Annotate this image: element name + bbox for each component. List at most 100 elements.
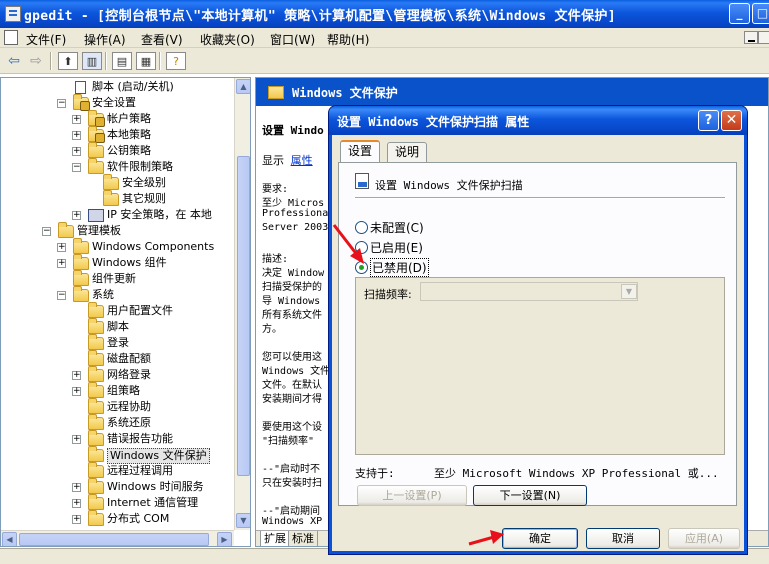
tab-settings[interactable]: 设置	[340, 140, 381, 162]
tree-item[interactable]: 登录	[1, 334, 233, 351]
tree-horizontal-scrollbar[interactable]: ◀ ▶	[1, 530, 234, 546]
tree-item-label: 安全级别	[122, 176, 166, 189]
tree-item[interactable]: + Windows 时间服务	[1, 478, 233, 495]
collapse-icon[interactable]: −	[57, 99, 66, 108]
cancel-button[interactable]: 取消	[586, 528, 660, 549]
collapse-icon[interactable]: −	[42, 227, 51, 236]
tree-item[interactable]: 磁盘配额	[1, 350, 233, 367]
tree-item[interactable]: 系统还原	[1, 414, 233, 431]
menu-help[interactable]: 帮助(H)	[327, 31, 369, 48]
expand-icon[interactable]: +	[72, 147, 81, 156]
console-tree[interactable]: 脚本 (启动/关机) − 安全设置 + 帐户策略 + 本地策略 + 公钥策略 − 软件限制策略 安全级…	[0, 77, 251, 547]
properties-link[interactable]: 属性	[291, 154, 313, 167]
tree-item[interactable]: Windows 文件保护	[1, 446, 233, 464]
tree-item[interactable]: + 网络登录	[1, 366, 233, 383]
maximize-button[interactable]: □	[752, 3, 769, 24]
menu-favorites[interactable]: 收藏夹(O)	[200, 31, 255, 48]
tree-item[interactable]: + Windows Components	[1, 238, 233, 255]
tree-item[interactable]: + 分布式 COM	[1, 510, 233, 527]
expand-icon[interactable]: +	[72, 371, 81, 380]
tab-extended[interactable]: 扩展	[260, 531, 290, 546]
scroll-thumb[interactable]	[19, 533, 209, 546]
back-arrow-icon[interactable]: ⇦	[4, 52, 24, 70]
expand-icon[interactable]: +	[72, 211, 81, 220]
export-list-icon[interactable]: ▤	[112, 52, 132, 70]
expand-icon[interactable]: +	[72, 131, 81, 140]
tree-item[interactable]: − 软件限制策略	[1, 158, 233, 175]
previous-setting-button[interactable]: 上一设置(P)	[357, 485, 467, 506]
tree-item[interactable]: + Windows 组件	[1, 254, 233, 271]
tree-item[interactable]: − 管理模板	[1, 222, 233, 239]
tree-item-label: 远程协助	[107, 400, 151, 413]
next-setting-button[interactable]: 下一设置(N)	[473, 485, 587, 506]
chevron-down-icon[interactable]: ▼	[621, 284, 637, 299]
up-folder-icon[interactable]: ⬆	[58, 52, 78, 70]
tree-item[interactable]: 其它规则	[1, 190, 233, 207]
tree-item-label: Internet 通信管理	[107, 496, 199, 509]
expand-icon[interactable]: +	[72, 483, 81, 492]
scroll-left-icon[interactable]: ◀	[2, 532, 17, 546]
main-title-bar[interactable]: gpedit - [控制台根节点\"本地计算机" 策略\计算机配置\管理模板\系…	[0, 0, 769, 28]
expand-icon[interactable]: +	[57, 259, 66, 268]
minimize-button[interactable]: _	[729, 3, 750, 24]
scroll-up-icon[interactable]: ▲	[236, 79, 250, 94]
tree-item-label: 用户配置文件	[107, 304, 173, 317]
tree-item[interactable]: − 系统	[1, 286, 233, 303]
tab-standard[interactable]: 标准	[288, 531, 318, 546]
menu-view[interactable]: 查看(V)	[141, 31, 183, 48]
tree-item[interactable]: 用户配置文件	[1, 302, 233, 319]
child-minimize-button[interactable]	[744, 31, 758, 44]
properties-icon[interactable]: ▦	[136, 52, 156, 70]
tree-item[interactable]: 脚本	[1, 318, 233, 335]
tab-explain[interactable]: 说明	[387, 142, 428, 162]
collapse-icon[interactable]: −	[72, 163, 81, 172]
help-icon[interactable]: ?	[166, 52, 186, 70]
expand-icon[interactable]: +	[72, 515, 81, 524]
gpedit-app-icon[interactable]	[5, 6, 21, 22]
tree-item[interactable]: + 组策略	[1, 382, 233, 399]
text-line: 安装期间才得	[262, 394, 322, 405]
scroll-thumb[interactable]	[237, 156, 250, 476]
show-hide-tree-icon[interactable]: ▥	[82, 52, 102, 70]
ok-button[interactable]: 确定	[502, 528, 578, 549]
text-line: 只在安装时扫	[262, 478, 322, 489]
folder-icon	[58, 222, 74, 238]
menu-window[interactable]: 窗口(W)	[270, 31, 315, 48]
tree-item[interactable]: + IP 安全策略，在 本地	[1, 207, 233, 223]
scan-frequency-select[interactable]: ▼	[420, 282, 638, 301]
tree-item[interactable]: 安全级别	[1, 174, 233, 191]
expand-icon[interactable]: +	[57, 243, 66, 252]
dialog-title-bar[interactable]: 设置 Windows 文件保护扫描 属性 ? ✕	[329, 106, 747, 135]
tree-item[interactable]: + 本地策略	[1, 126, 233, 143]
tree-item[interactable]: + 公钥策略	[1, 142, 233, 159]
tree-item[interactable]: − 安全设置	[1, 94, 233, 111]
apply-button[interactable]: 应用(A)	[668, 528, 740, 549]
dialog-close-button[interactable]: ✕	[721, 110, 742, 131]
tree-item[interactable]: + 错误报告功能	[1, 430, 233, 447]
scroll-down-icon[interactable]: ▼	[236, 513, 250, 528]
tree-item[interactable]: 远程过程调用	[1, 462, 233, 479]
description-label: 描述:	[262, 254, 289, 265]
scroll-right-icon[interactable]: ▶	[217, 532, 232, 546]
expand-icon[interactable]: +	[72, 435, 81, 444]
expand-icon[interactable]: +	[72, 387, 81, 396]
forward-arrow-icon[interactable]: ⇨	[26, 52, 46, 70]
tree-item[interactable]: + 帐户策略	[1, 110, 233, 127]
console-document-icon[interactable]	[4, 30, 18, 45]
radio-label: 已启用(E)	[370, 240, 423, 255]
tree-item[interactable]: 远程协助	[1, 398, 233, 415]
tree-item[interactable]: + Internet 通信管理	[1, 494, 233, 511]
text-line: --"启动期间	[262, 506, 321, 517]
tree-item[interactable]: 组件更新	[1, 270, 233, 287]
menu-file[interactable]: 文件(F)	[26, 31, 66, 48]
tree-vertical-scrollbar[interactable]: ▲ ▼	[234, 78, 250, 530]
tree-item[interactable]: 脚本 (启动/关机)	[1, 79, 233, 95]
collapse-icon[interactable]: −	[57, 291, 66, 300]
tree-item-label: 远程过程调用	[107, 464, 173, 477]
child-restore-button[interactable]	[758, 31, 769, 44]
text-line: Windows XP	[262, 516, 323, 527]
dialog-help-button[interactable]: ?	[698, 110, 719, 131]
menu-action[interactable]: 操作(A)	[84, 31, 126, 48]
expand-icon[interactable]: +	[72, 115, 81, 124]
expand-icon[interactable]: +	[72, 499, 81, 508]
